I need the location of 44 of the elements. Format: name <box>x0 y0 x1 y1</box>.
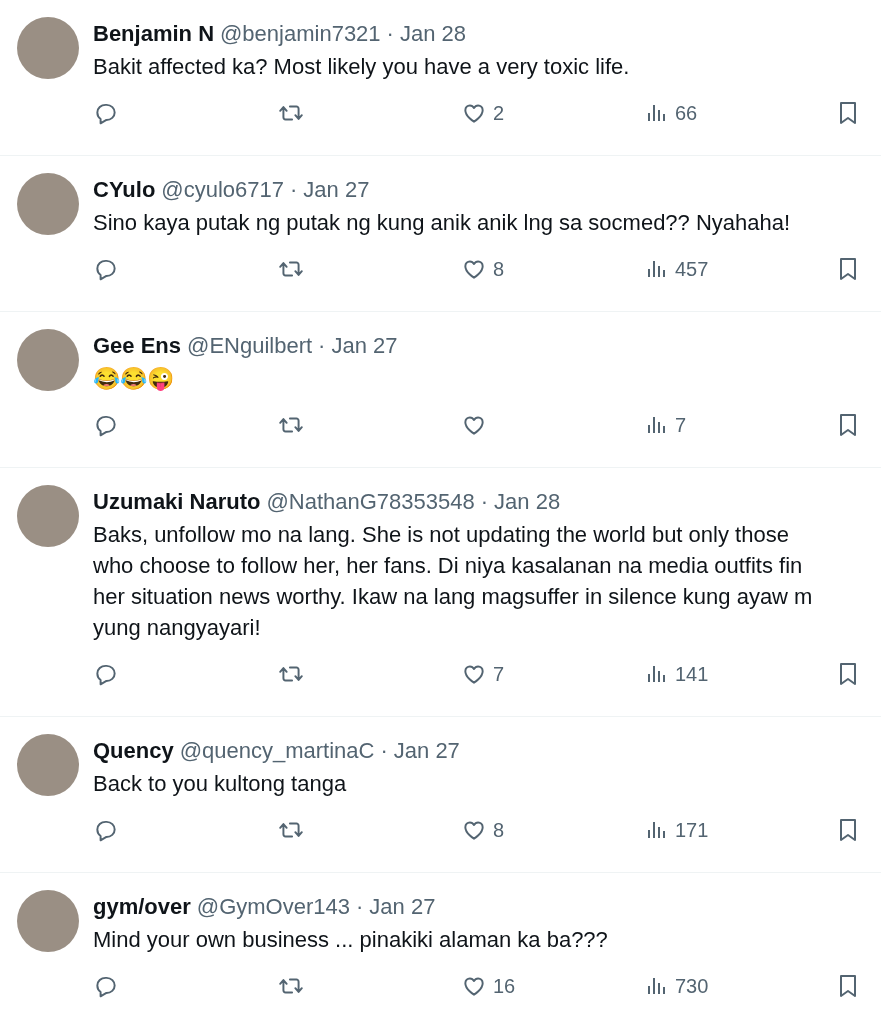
user-name[interactable]: Quency <box>93 734 174 768</box>
user-name[interactable]: CYulo <box>93 173 156 207</box>
reply-text: 😂😂😜 <box>93 365 175 393</box>
reply-text: Mind your own business ... pinakiki alaman ka ba??? <box>93 926 609 954</box>
separator-dot: · <box>290 176 298 204</box>
view-count: 141 <box>675 662 709 686</box>
reply-text: who choose to follow her, her fans. Di niya kasalanan na media outfits fin <box>93 552 804 580</box>
user-handle[interactable]: @NathanG78353548 <box>266 485 475 519</box>
post-date[interactable]: Jan 27 <box>331 329 398 363</box>
reply-text: Back to you kultong tanga <box>93 770 348 798</box>
separator-dot: · <box>356 893 364 921</box>
separator-dot: · <box>386 20 394 48</box>
like-count: 8 <box>493 818 505 842</box>
reply-text: her situation news worthy. Ikaw na lang magsuffer in silence kung ayaw m <box>93 583 814 611</box>
separator-dot: · <box>480 488 489 516</box>
reply-text: Baks, unfollow mo na lang. She is not updating the world but only those <box>93 521 790 549</box>
post-date[interactable]: Jan 28 <box>399 17 466 51</box>
user-handle[interactable]: @ENguilbert <box>187 329 313 363</box>
post-date[interactable]: Jan 27 <box>369 890 436 924</box>
reply-text: yung nangyayari! <box>93 614 262 642</box>
post-date[interactable]: Jan 27 <box>393 734 460 768</box>
user-name[interactable]: Benjamin N <box>93 17 215 51</box>
view-count: 7 <box>675 413 687 437</box>
separator-dot: · <box>318 332 326 360</box>
view-count: 730 <box>675 974 709 998</box>
user-name[interactable]: Gee Ens <box>93 329 182 363</box>
post-date[interactable]: Jan 27 <box>303 173 370 207</box>
reply-text: Bakit affected ka? Most likely you have a very toxic life. <box>93 53 631 81</box>
like-count: 16 <box>493 974 516 998</box>
user-name[interactable]: gym/over <box>93 890 191 924</box>
like-count: 7 <box>493 662 505 686</box>
post-date[interactable]: Jan 28 <box>494 485 561 519</box>
like-count: 2 <box>493 101 505 125</box>
user-handle[interactable]: @quency_martinaC <box>179 734 375 768</box>
reply-text: Sino kaya putak ng putak ng kung anik anik lng sa socmed?? Nyahaha! <box>93 209 792 237</box>
user-handle[interactable]: @GymOver143 <box>196 890 350 924</box>
view-count: 171 <box>675 818 709 842</box>
user-handle[interactable]: @benjamin7321 <box>220 17 381 51</box>
user-name[interactable]: Uzumaki Naruto <box>93 485 261 519</box>
view-count: 66 <box>675 101 698 125</box>
user-handle[interactable]: @cyulo6717 <box>161 173 284 207</box>
separator-dot: · <box>380 737 388 765</box>
view-count: 457 <box>675 257 709 281</box>
like-count: 8 <box>493 257 505 281</box>
